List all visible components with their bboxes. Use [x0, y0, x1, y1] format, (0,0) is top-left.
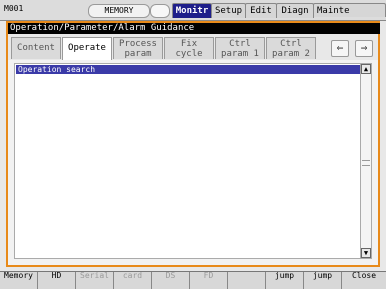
top-tab-diagn[interactable]: Diagn [276, 3, 314, 18]
tab-ctrl-param-1-line1: Ctrl [229, 39, 251, 49]
fkey-memory[interactable]: Memory [0, 272, 38, 289]
fkey-card[interactable]: card [114, 272, 152, 289]
prev-tab-arrow-icon[interactable]: ⇐ [331, 40, 349, 57]
fkey-card-line2: card [122, 272, 143, 280]
tab-ctrl-param-2-line1: Ctrl [280, 39, 302, 49]
fkey-memory-label: Memory [4, 272, 33, 280]
tab-ctrl-param-2[interactable]: Ctrl param 2 [266, 37, 316, 59]
fkey-fd-label: FD [203, 272, 214, 280]
fkey-serial-label: Serial [80, 272, 109, 280]
fkey-jump-2-line2: jump [312, 272, 333, 280]
next-tab-arrow-icon[interactable]: ⇒ [355, 40, 373, 57]
fkey-jump-1[interactable]: jump [266, 272, 304, 289]
top-tab-edit[interactable]: Edit [245, 3, 277, 18]
top-tab-mainte[interactable]: Mainte [313, 3, 386, 17]
mode-indicator: MEMORY [88, 4, 150, 18]
scroll-down-icon[interactable]: ▼ [361, 248, 371, 258]
fkey-close[interactable]: Close [342, 272, 386, 289]
status-bar: M001 MEMORY Monitr Setup Edit Diagn Main… [0, 0, 386, 21]
tab-ctrl-param-1-line2: param 1 [221, 49, 259, 59]
fkey-hd-label: HD [51, 272, 62, 280]
tab-fix-cycle-line2: cycle [175, 49, 203, 59]
tab-ctrl-param-1[interactable]: Ctrl param 1 [215, 37, 265, 59]
status-code: M001 [4, 4, 24, 13]
fkey-ds-label: DS [165, 272, 176, 280]
tab-content[interactable]: Content [11, 37, 61, 59]
window-title: Operation/Parameter/Alarm Guidance [8, 23, 380, 34]
list-item-selected[interactable]: Operation search [16, 65, 363, 74]
vertical-scrollbar[interactable]: ▲ ▼ [360, 64, 371, 258]
fkey-fd[interactable]: FD [190, 272, 228, 289]
scroll-thumb[interactable] [362, 160, 370, 166]
tab-operate-label: Operate [68, 43, 106, 53]
fkey-close-label: Close [351, 272, 377, 280]
fkey-serial[interactable]: Serial [76, 272, 114, 289]
fkey-ds[interactable]: DS [152, 272, 190, 289]
fkey-jump-1-line2: jump [274, 272, 295, 280]
tab-ctrl-param-2-line2: param 2 [272, 49, 310, 59]
tab-process-param-line1: Process [119, 39, 157, 49]
tab-content-label: Content [17, 43, 55, 53]
scroll-up-icon[interactable]: ▲ [361, 64, 371, 74]
tab-process-param[interactable]: Process param [113, 37, 163, 59]
fkey-jump-2[interactable]: jump [304, 272, 342, 289]
top-tab-setup[interactable]: Setup [211, 3, 246, 18]
guidance-list-panel: Operation search ▲ ▼ [14, 63, 372, 259]
mode-indicator-cap [150, 4, 170, 18]
guidance-window: Operation/Parameter/Alarm Guidance Conte… [6, 21, 380, 267]
fkey-blank[interactable] [228, 272, 266, 289]
tab-strip: Content Operate Process param Fix cycle … [8, 34, 378, 60]
function-key-bar: Memory HD Serial card DS FD jump jump Cl… [0, 271, 386, 289]
top-tab-monitr[interactable]: Monitr [172, 3, 212, 18]
tab-fix-cycle-line1: Fix [180, 39, 198, 49]
tab-operate[interactable]: Operate [62, 37, 112, 60]
fkey-hd[interactable]: HD [38, 272, 76, 289]
tab-fix-cycle[interactable]: Fix cycle [164, 37, 214, 59]
tab-process-param-line2: param [124, 49, 152, 59]
